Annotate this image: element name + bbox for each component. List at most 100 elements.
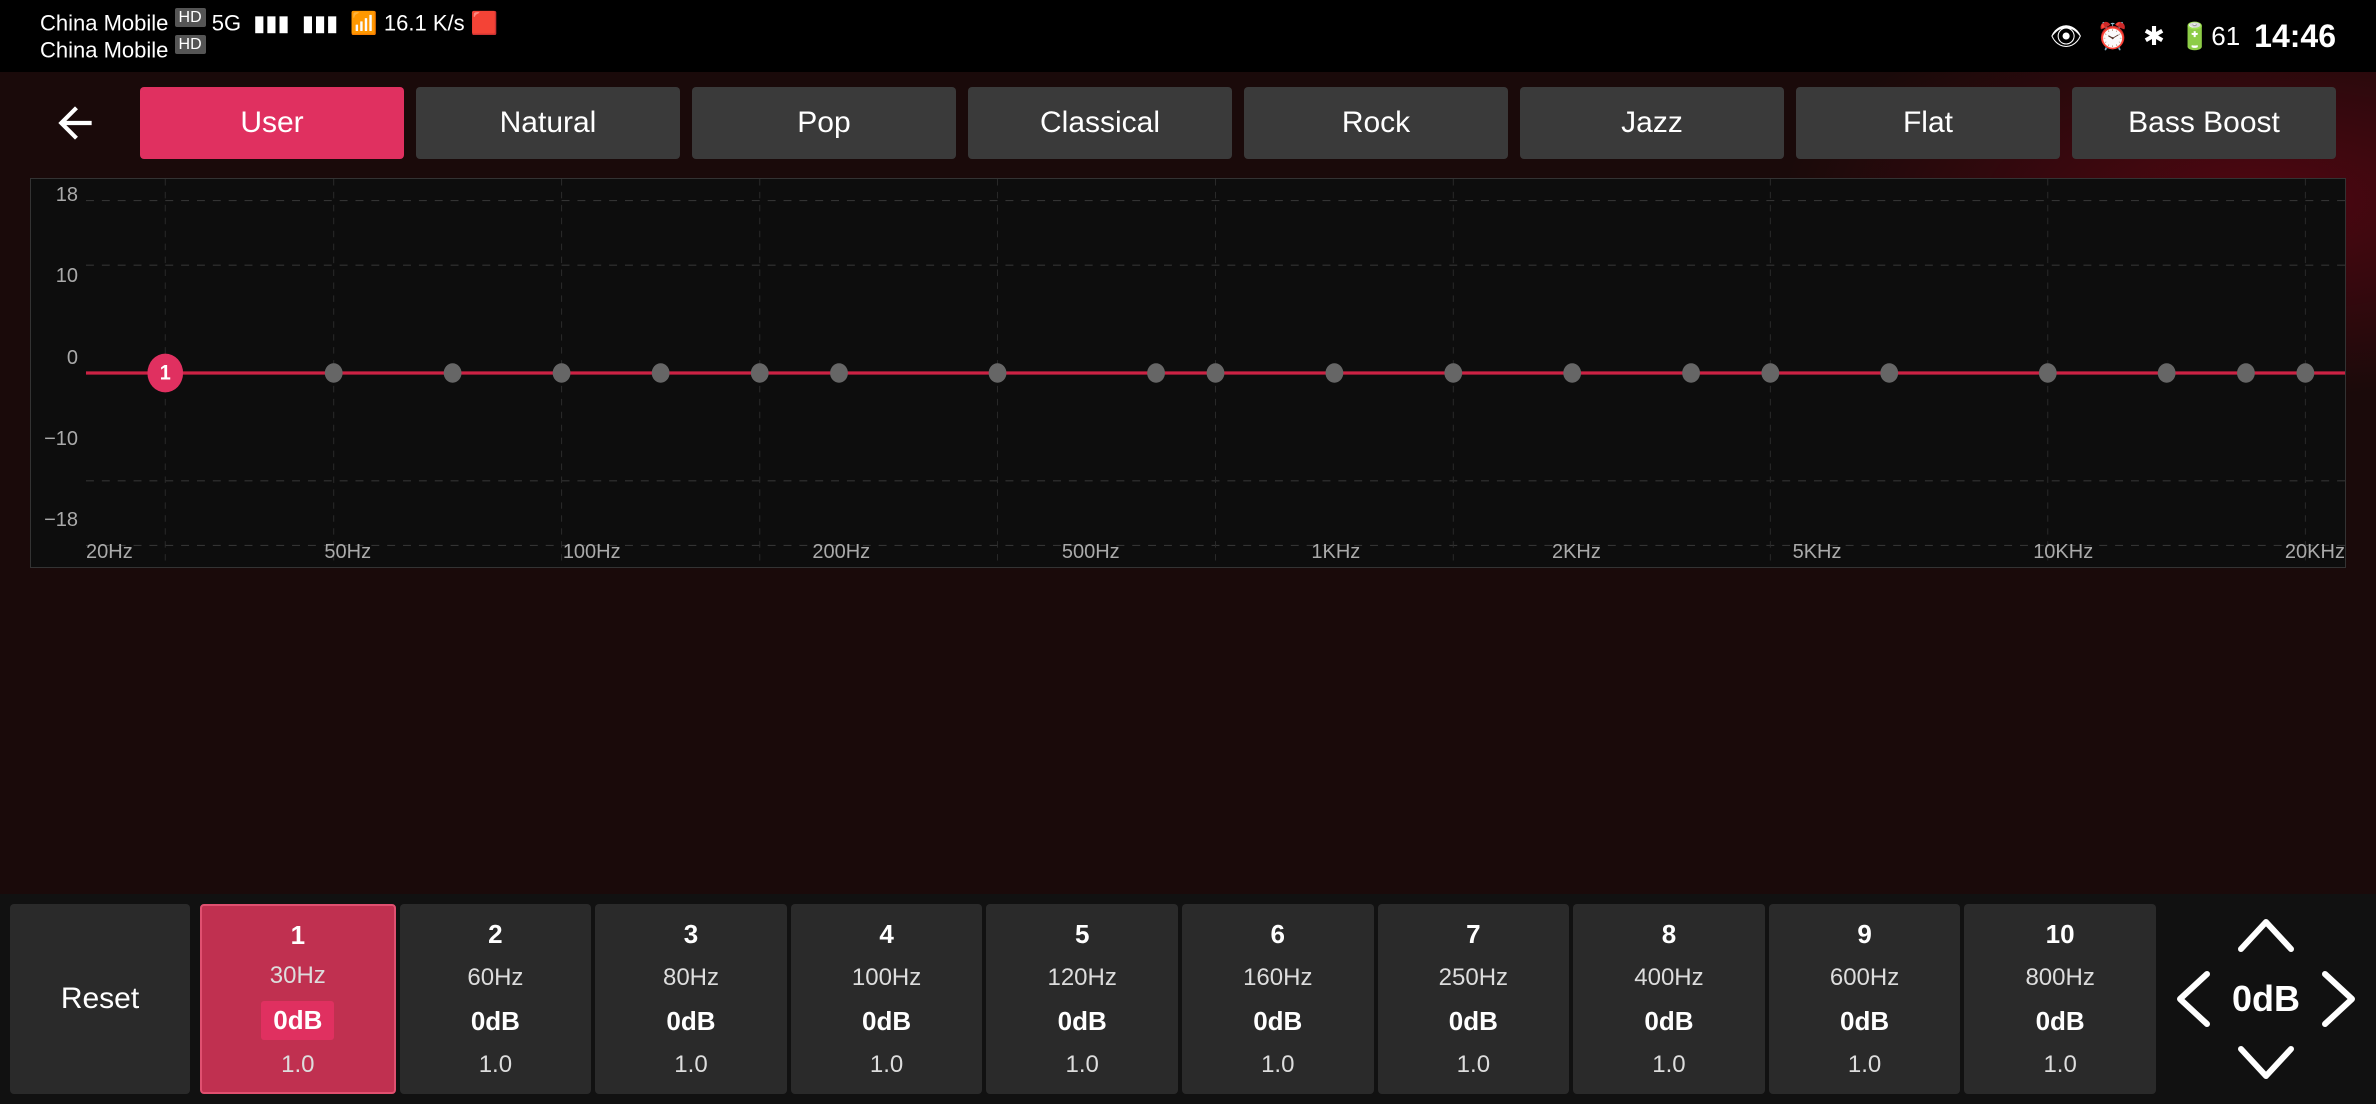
band8-num: 8 <box>1662 919 1676 950</box>
db-navigation: 0dB <box>2156 904 2376 1094</box>
band2-q: 1.0 <box>479 1051 512 1079</box>
band2-db: 0dB <box>471 1006 520 1037</box>
band9-db: 0dB <box>1840 1006 1889 1037</box>
back-button[interactable] <box>40 88 110 158</box>
x-axis-labels: 20Hz 50Hz 100Hz 200Hz 500Hz 1KHz 2KHz 5K… <box>86 537 2345 567</box>
band10-freq: 800Hz <box>2025 964 2094 992</box>
current-db-display: 0dB <box>2232 978 2300 1020</box>
band-cell-2[interactable]: 2 60Hz 0dB 1.0 <box>400 904 592 1094</box>
band-cell-6[interactable]: 6 160Hz 0dB 1.0 <box>1182 904 1374 1094</box>
band6-db: 0dB <box>1253 1006 1302 1037</box>
band5-freq: 120Hz <box>1047 964 1116 992</box>
band5-q: 1.0 <box>1065 1051 1098 1079</box>
tab-flat[interactable]: Flat <box>1796 87 2060 159</box>
chevron-left-icon <box>2172 969 2212 1029</box>
band7-freq: 250Hz <box>1439 964 1508 992</box>
status-bar: China Mobile HD 5G ▮▮▮ ▮▮▮ 📶 16.1 K/s 🟥 … <box>0 0 2376 72</box>
band1-q: 1.0 <box>281 1051 314 1079</box>
y-axis-labels: 18 10 0 −10 −18 <box>31 179 86 537</box>
band6-num: 6 <box>1271 919 1285 950</box>
chevron-down-icon <box>2236 1044 2296 1084</box>
band8-db: 0dB <box>1644 1006 1693 1037</box>
tab-jazz[interactable]: Jazz <box>1520 87 1784 159</box>
band4-num: 4 <box>879 919 893 950</box>
db-value-row: 0dB <box>2166 969 2366 1029</box>
band-cell-9[interactable]: 9 600Hz 0dB 1.0 <box>1769 904 1961 1094</box>
eq-dot-12[interactable] <box>1444 363 1462 382</box>
carrier-info: China Mobile HD 5G ▮▮▮ ▮▮▮ 📶 16.1 K/s 🟥 … <box>40 9 498 64</box>
eq-dot-20[interactable] <box>2296 363 2314 382</box>
band3-freq: 80Hz <box>663 964 719 992</box>
tab-classical[interactable]: Classical <box>968 87 1232 159</box>
eq-dot-10[interactable] <box>1207 363 1225 382</box>
band-cell-3[interactable]: 3 80Hz 0dB 1.0 <box>595 904 787 1094</box>
tab-user[interactable]: User <box>140 87 404 159</box>
eq-dot-19[interactable] <box>2237 363 2255 382</box>
eq-dot-6[interactable] <box>751 363 769 382</box>
x-label-500hz: 500Hz <box>1062 541 1120 564</box>
band4-db: 0dB <box>862 1006 911 1037</box>
eq-dot-5[interactable] <box>652 363 670 382</box>
eq-chart: 18 10 0 −10 −18 1 <box>30 178 2346 568</box>
eq-dot-9[interactable] <box>1147 363 1165 382</box>
db-increase-button[interactable] <box>2236 914 2296 954</box>
carrier2-label: China Mobile HD <box>40 36 498 63</box>
x-label-200hz: 200Hz <box>812 541 870 564</box>
eq-dot-7[interactable] <box>830 363 848 382</box>
tab-pop[interactable]: Pop <box>692 87 956 159</box>
chevron-up-icon <box>2236 914 2296 954</box>
band4-q: 1.0 <box>870 1051 903 1079</box>
time-display: 14:46 <box>2254 18 2336 55</box>
eq-dot-2[interactable] <box>325 363 343 382</box>
chevron-right-icon <box>2320 969 2360 1029</box>
y-label-0: 0 <box>31 347 86 370</box>
x-label-1khz: 1KHz <box>1311 541 1360 564</box>
eq-dot-17[interactable] <box>2039 363 2057 382</box>
band10-num: 10 <box>2046 919 2075 950</box>
band-cell-7[interactable]: 7 250Hz 0dB 1.0 <box>1378 904 1570 1094</box>
eq-dot-8[interactable] <box>989 363 1007 382</box>
band7-num: 7 <box>1466 919 1480 950</box>
eq-dot-13[interactable] <box>1563 363 1581 382</box>
db-next-button[interactable] <box>2320 969 2360 1029</box>
eq-dot-16[interactable] <box>1880 363 1898 382</box>
band-cell-5[interactable]: 5 120Hz 0dB 1.0 <box>986 904 1178 1094</box>
back-arrow-icon <box>50 98 100 148</box>
band8-freq: 400Hz <box>1634 964 1703 992</box>
x-label-2khz: 2KHz <box>1552 541 1601 564</box>
db-prev-button[interactable] <box>2172 969 2212 1029</box>
eq-dot-15[interactable] <box>1761 363 1779 382</box>
tab-rock[interactable]: Rock <box>1244 87 1508 159</box>
band-cell-8[interactable]: 8 400Hz 0dB 1.0 <box>1573 904 1765 1094</box>
reset-button[interactable]: Reset <box>10 904 190 1094</box>
band9-freq: 600Hz <box>1830 964 1899 992</box>
bottom-controls: Reset 1 30Hz 0dB 1.0 2 60Hz 0dB 1.0 3 80… <box>0 894 2376 1104</box>
eq-dot-4[interactable] <box>553 363 571 382</box>
band-cell-1[interactable]: 1 30Hz 0dB 1.0 <box>200 904 396 1094</box>
y-label-neg18: −18 <box>31 509 86 532</box>
band7-db: 0dB <box>1449 1006 1498 1037</box>
eq-dot-14[interactable] <box>1682 363 1700 382</box>
band4-freq: 100Hz <box>852 964 921 992</box>
bluetooth-icon: ✱ <box>2143 21 2165 52</box>
band1-db: 0dB <box>261 1001 334 1040</box>
band6-freq: 160Hz <box>1243 964 1312 992</box>
band-cell-10[interactable]: 10 800Hz 0dB 1.0 <box>1964 904 2156 1094</box>
tab-natural[interactable]: Natural <box>416 87 680 159</box>
band3-db: 0dB <box>666 1006 715 1037</box>
eq-dot-11[interactable] <box>1325 363 1343 382</box>
preset-tabs: User Natural Pop Classical Rock Jazz Fla… <box>140 82 2336 164</box>
band10-q: 1.0 <box>2043 1051 2076 1079</box>
eq-svg-chart[interactable]: 1 <box>86 179 2345 567</box>
band7-q: 1.0 <box>1457 1051 1490 1079</box>
db-decrease-button[interactable] <box>2236 1044 2296 1084</box>
band3-q: 1.0 <box>674 1051 707 1079</box>
eq-dot-18[interactable] <box>2158 363 2176 382</box>
svg-text:1: 1 <box>160 361 171 385</box>
band-cell-4[interactable]: 4 100Hz 0dB 1.0 <box>791 904 983 1094</box>
band2-freq: 60Hz <box>467 964 523 992</box>
eq-dot-3[interactable] <box>444 363 462 382</box>
x-label-5khz: 5KHz <box>1793 541 1842 564</box>
eye-icon: 👁 <box>2050 21 2083 52</box>
tab-bassboost[interactable]: Bass Boost <box>2072 87 2336 159</box>
